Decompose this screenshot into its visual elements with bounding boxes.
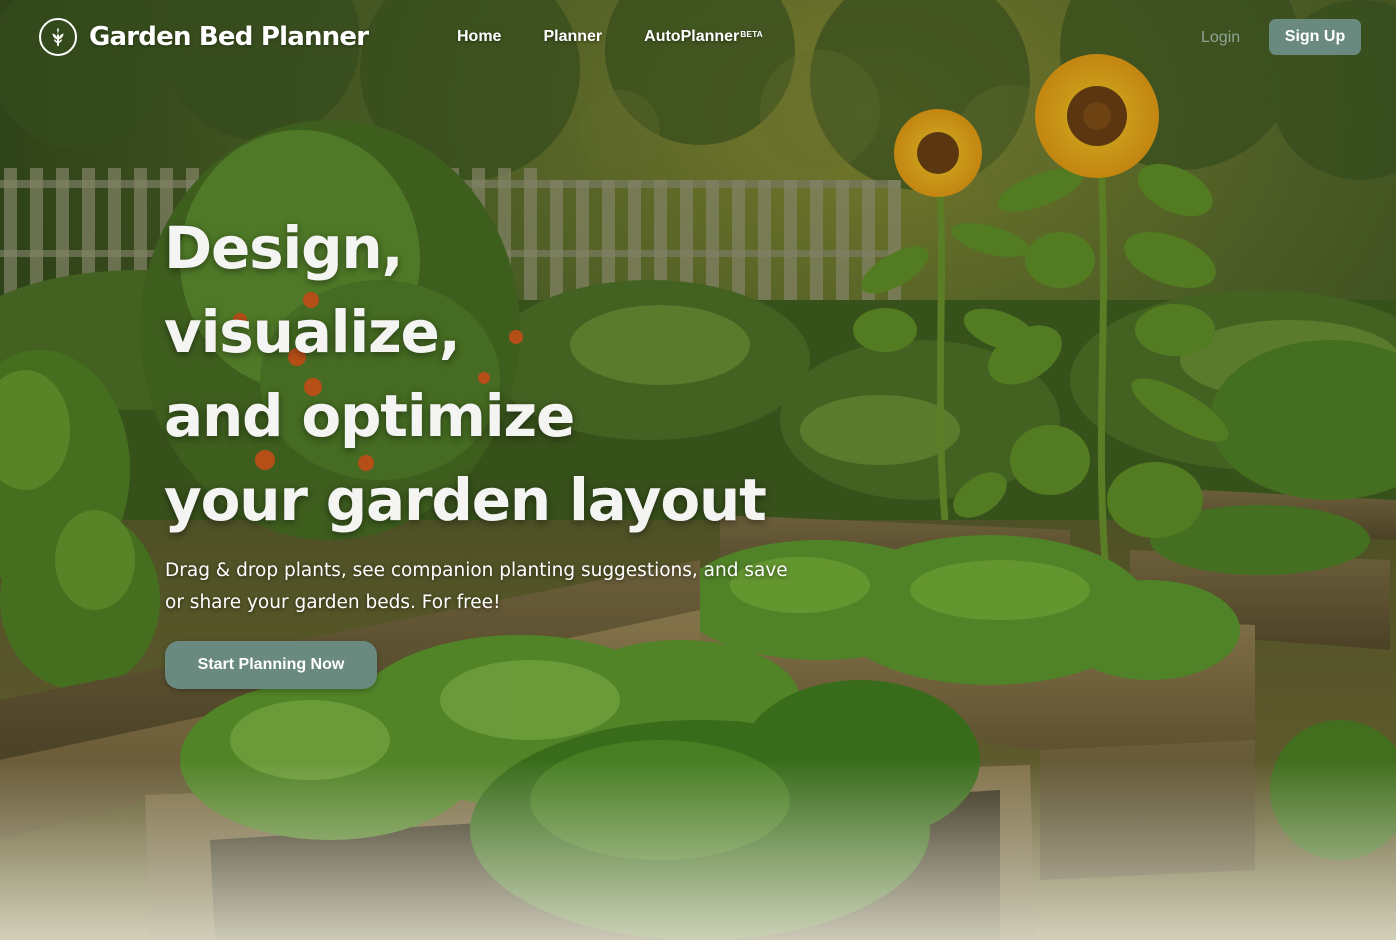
- hero-title: Design, visualize, and optimize your gar…: [164, 206, 767, 542]
- brand-logo-link[interactable]: Garden Bed Planner: [39, 16, 369, 58]
- signup-button[interactable]: Sign Up: [1269, 19, 1361, 55]
- brand-name: Garden Bed Planner: [89, 22, 369, 52]
- hero-title-line: Design,: [164, 214, 404, 282]
- nav-link-planner[interactable]: Planner: [543, 26, 602, 48]
- nav-link-home[interactable]: Home: [457, 26, 501, 48]
- nav-link-autoplanner-label: AutoPlanner: [644, 28, 740, 45]
- hero-title-line: your garden layout: [164, 466, 767, 534]
- hero-subtitle-line: Drag & drop plants, see companion planti…: [165, 560, 788, 581]
- hero-subtitle: Drag & drop plants, see companion planti…: [165, 555, 825, 619]
- top-navigation-bar: Garden Bed Planner Home Planner AutoPlan…: [0, 0, 1396, 74]
- beta-badge: BETA: [740, 29, 763, 39]
- hero-subtitle-line: or share your garden beds. For free!: [165, 592, 501, 613]
- hero-title-line: and optimize: [164, 382, 575, 450]
- hero-title-line: visualize,: [164, 298, 461, 366]
- login-link[interactable]: Login: [1201, 27, 1240, 49]
- main-nav: Home Planner AutoPlannerBETA: [457, 26, 763, 48]
- nav-link-autoplanner[interactable]: AutoPlannerBETA: [644, 26, 763, 48]
- start-planning-button[interactable]: Start Planning Now: [165, 641, 377, 689]
- sprout-icon: [39, 18, 77, 56]
